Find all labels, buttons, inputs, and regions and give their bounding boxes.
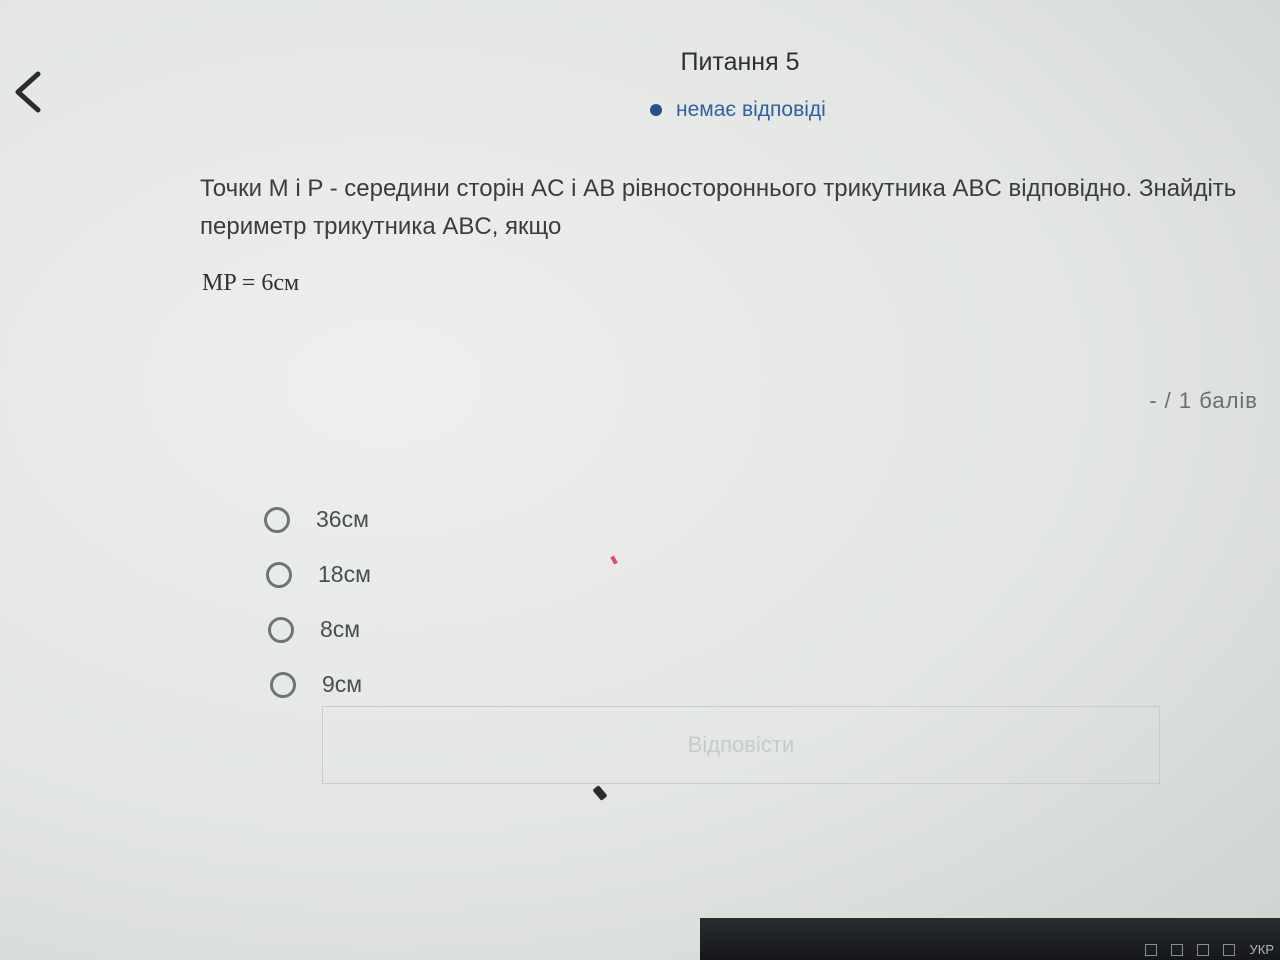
answer-option-label: 18см (318, 561, 371, 587)
screen-mark (592, 785, 608, 801)
question-formula: MP = 6см (202, 270, 300, 296)
system-tray: УКР (1145, 942, 1274, 957)
quiz-page: Питання 5 немає відповіді Точки M і P - … (0, 0, 1280, 960)
answer-option-label: 9см (322, 671, 363, 697)
answer-options: 36см 18см 8см 9см (264, 492, 371, 712)
language-indicator[interactable]: УКР (1249, 942, 1274, 957)
taskbar: УКР (700, 918, 1280, 960)
answer-option-label: 8см (320, 616, 361, 642)
score-label: - / 1 балів (1149, 388, 1258, 413)
answer-option-2[interactable]: 18см (266, 547, 371, 602)
screen-mark (610, 555, 618, 565)
answer-option-4[interactable]: 9см (270, 657, 371, 712)
submit-answer-label: Відповісти (687, 732, 795, 757)
notification-icon[interactable] (1145, 943, 1158, 956)
status-text: немає відповіді (676, 98, 826, 121)
radio-button[interactable] (270, 671, 296, 698)
radio-button[interactable] (268, 616, 294, 643)
answer-option-label: 36см (316, 506, 369, 532)
network-icon[interactable] (1197, 943, 1210, 956)
battery-icon[interactable] (1171, 943, 1184, 956)
radio-button[interactable] (266, 561, 292, 588)
question-text: Точки M і P - середини сторін AC і AB рі… (200, 175, 1237, 240)
answer-option-1[interactable]: 36см (264, 492, 371, 547)
volume-icon[interactable] (1223, 943, 1236, 956)
radio-button[interactable] (264, 506, 290, 533)
status-dot-icon (650, 104, 662, 116)
question-title: Питання 5 (680, 48, 800, 76)
submit-answer-button[interactable]: Відповісти (322, 706, 1160, 784)
answer-status: немає відповіді (650, 98, 826, 122)
answer-option-3[interactable]: 8см (268, 602, 371, 657)
